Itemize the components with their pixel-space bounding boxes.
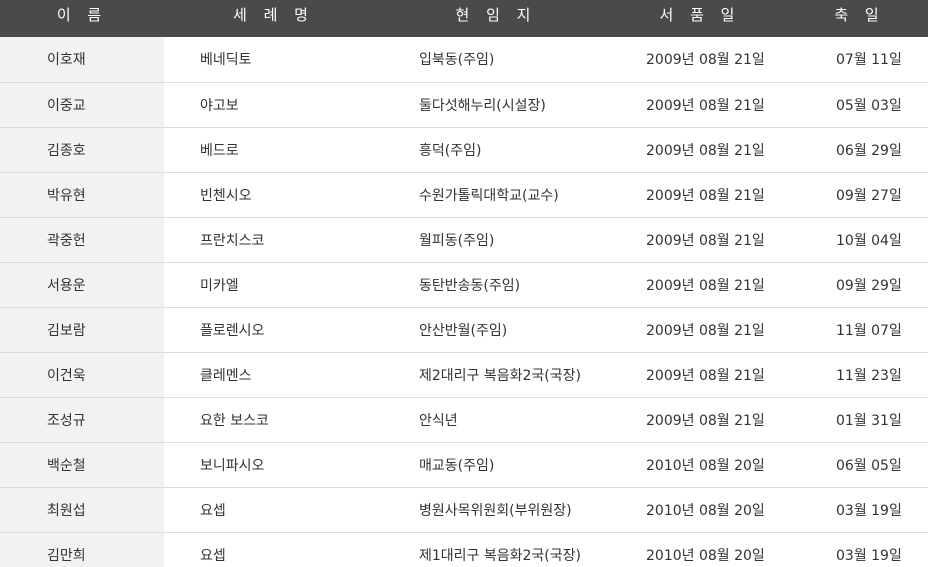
cell-feast-day: 01월 31일 bbox=[791, 397, 928, 443]
cell-current-post: 흥덕(주임) bbox=[383, 127, 609, 173]
header-ordination-date: 서 품 일 bbox=[659, 5, 741, 24]
cell-name: 조성규 bbox=[0, 397, 164, 443]
cell-current-post: 동탄반송동(주임) bbox=[383, 262, 609, 308]
cell-current-post: 제2대리구 복음화2국(국장) bbox=[383, 352, 609, 398]
cell-current-post: 매교동(주임) bbox=[383, 442, 609, 488]
cell-baptismal-name: 베네딕토 bbox=[164, 37, 383, 83]
table-header: 이 름 세 례 명 현 임 지 서 품 일 축 일 bbox=[0, 0, 928, 37]
table-row: 조성규 요한 보스코 안식년 2009년 08월 21일 01월 31일 bbox=[0, 397, 928, 443]
cell-ordination-date: 2009년 08월 21일 bbox=[609, 37, 791, 83]
cell-ordination-date: 2010년 08월 20일 bbox=[609, 487, 791, 533]
cell-baptismal-name: 보니파시오 bbox=[164, 442, 383, 488]
cell-name: 김종호 bbox=[0, 127, 164, 173]
cell-name: 김만희 bbox=[0, 532, 164, 567]
cell-ordination-date: 2009년 08월 21일 bbox=[609, 217, 791, 263]
cell-feast-day: 06월 05일 bbox=[791, 442, 928, 488]
cell-name: 서용운 bbox=[0, 262, 164, 308]
cell-baptismal-name: 요셉 bbox=[164, 487, 383, 533]
header-baptismal-name: 세 례 명 bbox=[233, 5, 314, 24]
table-row: 백순철 보니파시오 매교동(주임) 2010년 08월 20일 06월 05일 bbox=[0, 442, 928, 488]
cell-name: 이중교 bbox=[0, 82, 164, 128]
table-row: 이호재 베네딕토 입북동(주임) 2009년 08월 21일 07월 11일 bbox=[0, 37, 928, 83]
cell-current-post: 수원가톨릭대학교(교수) bbox=[383, 172, 609, 218]
cell-ordination-date: 2009년 08월 21일 bbox=[609, 172, 791, 218]
table-row: 최원섭 요셉 병원사목위원회(부위원장) 2010년 08월 20일 03월 1… bbox=[0, 487, 928, 533]
cell-baptismal-name: 빈첸시오 bbox=[164, 172, 383, 218]
table-row: 김보람 플로렌시오 안산반월(주임) 2009년 08월 21일 11월 07일 bbox=[0, 307, 928, 353]
table-row: 김종호 베드로 흥덕(주임) 2009년 08월 21일 06월 29일 bbox=[0, 127, 928, 173]
cell-feast-day: 11월 07일 bbox=[791, 307, 928, 353]
cell-name: 백순철 bbox=[0, 442, 164, 488]
table-row: 박유현 빈첸시오 수원가톨릭대학교(교수) 2009년 08월 21일 09월 … bbox=[0, 172, 928, 218]
cell-name: 김보람 bbox=[0, 307, 164, 353]
cell-name: 박유현 bbox=[0, 172, 164, 218]
header-current-post: 현 임 지 bbox=[455, 5, 537, 24]
cell-current-post: 입북동(주임) bbox=[383, 37, 609, 83]
cell-name: 최원섭 bbox=[0, 487, 164, 533]
cell-current-post: 안식년 bbox=[383, 397, 609, 443]
cell-baptismal-name: 베드로 bbox=[164, 127, 383, 173]
table-body: 이호재 베네딕토 입북동(주임) 2009년 08월 21일 07월 11일 이… bbox=[0, 37, 928, 567]
cell-ordination-date: 2009년 08월 21일 bbox=[609, 262, 791, 308]
cell-feast-day: 09월 29일 bbox=[791, 262, 928, 308]
cell-baptismal-name: 클레멘스 bbox=[164, 352, 383, 398]
table-row: 서용운 미카엘 동탄반송동(주임) 2009년 08월 21일 09월 29일 bbox=[0, 262, 928, 308]
cell-baptismal-name: 플로렌시오 bbox=[164, 307, 383, 353]
table-row: 김만희 요셉 제1대리구 복음화2국(국장) 2010년 08월 20일 03월… bbox=[0, 532, 928, 567]
cell-name: 이호재 bbox=[0, 37, 164, 83]
cell-feast-day: 03월 19일 bbox=[791, 487, 928, 533]
cell-current-post: 병원사목위원회(부위원장) bbox=[383, 487, 609, 533]
cell-ordination-date: 2009년 08월 21일 bbox=[609, 127, 791, 173]
cell-feast-day: 09월 27일 bbox=[791, 172, 928, 218]
cell-baptismal-name: 프란치스코 bbox=[164, 217, 383, 263]
cell-ordination-date: 2009년 08월 21일 bbox=[609, 307, 791, 353]
cell-feast-day: 11월 23일 bbox=[791, 352, 928, 398]
cell-current-post: 제1대리구 복음화2국(국장) bbox=[383, 532, 609, 567]
cell-feast-day: 10월 04일 bbox=[791, 217, 928, 263]
cell-current-post: 월피동(주임) bbox=[383, 217, 609, 263]
cell-baptismal-name: 미카엘 bbox=[164, 262, 383, 308]
cell-name: 이건욱 bbox=[0, 352, 164, 398]
cell-current-post: 둘다섯해누리(시설장) bbox=[383, 82, 609, 128]
cell-ordination-date: 2009년 08월 21일 bbox=[609, 352, 791, 398]
header-name: 이 름 bbox=[56, 5, 108, 24]
priest-table: 이 름 세 례 명 현 임 지 서 품 일 축 일 이호재 베네딕토 입북동(주… bbox=[0, 0, 928, 567]
cell-ordination-date: 2009년 08월 21일 bbox=[609, 82, 791, 128]
cell-ordination-date: 2010년 08월 20일 bbox=[609, 532, 791, 567]
cell-feast-day: 06월 29일 bbox=[791, 127, 928, 173]
header-feast-day: 축 일 bbox=[834, 5, 885, 24]
cell-ordination-date: 2009년 08월 21일 bbox=[609, 397, 791, 443]
cell-current-post: 안산반월(주임) bbox=[383, 307, 609, 353]
cell-feast-day: 05월 03일 bbox=[791, 82, 928, 128]
table-row: 이건욱 클레멘스 제2대리구 복음화2국(국장) 2009년 08월 21일 1… bbox=[0, 352, 928, 398]
cell-baptismal-name: 요한 보스코 bbox=[164, 397, 383, 443]
cell-baptismal-name: 야고보 bbox=[164, 82, 383, 128]
table-row: 곽중헌 프란치스코 월피동(주임) 2009년 08월 21일 10월 04일 bbox=[0, 217, 928, 263]
cell-name: 곽중헌 bbox=[0, 217, 164, 263]
cell-ordination-date: 2010년 08월 20일 bbox=[609, 442, 791, 488]
cell-feast-day: 07월 11일 bbox=[791, 37, 928, 83]
cell-baptismal-name: 요셉 bbox=[164, 532, 383, 567]
table-row: 이중교 야고보 둘다섯해누리(시설장) 2009년 08월 21일 05월 03… bbox=[0, 82, 928, 128]
header-row: 이 름 세 례 명 현 임 지 서 품 일 축 일 bbox=[0, 0, 928, 37]
cell-feast-day: 03월 19일 bbox=[791, 532, 928, 567]
